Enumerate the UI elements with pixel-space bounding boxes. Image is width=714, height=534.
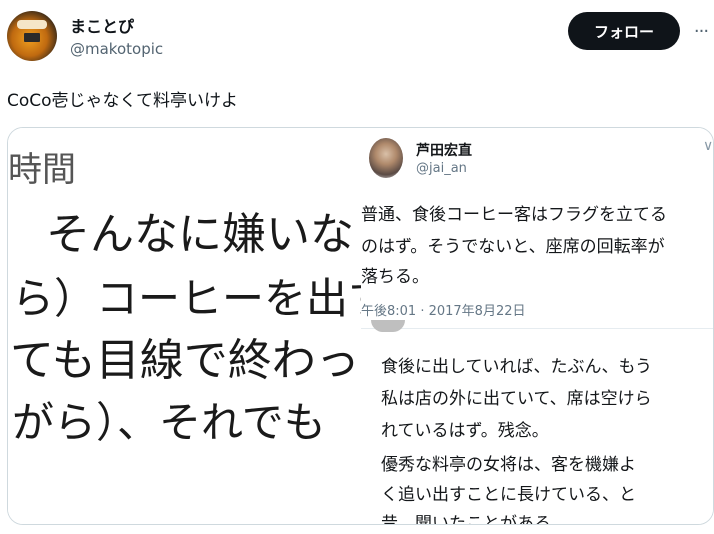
- image-text-line: ても目線で終わった: [10, 335, 368, 386]
- reply-text-line: 食後に出していれば、たぶん、もう: [381, 357, 652, 377]
- reply-text-line: 優秀な料亭の女将は、客を機嫌よ: [381, 455, 636, 475]
- image-text-line: そんなに嫌いな: [46, 209, 354, 260]
- quoted-text-line: のはず。そうでないと、座席の回転率が: [361, 237, 665, 257]
- media-image-left[interactable]: 時間 そんなに嫌いな ら）コーヒーを出す ても目線で終わった がら）、それでも: [8, 128, 368, 524]
- image-text-line: がら）、それでも: [12, 398, 326, 447]
- beer-foam-graphic: [17, 20, 47, 29]
- beer-glass-label-graphic: [24, 33, 40, 42]
- quoted-timestamp: 午後8:01 · 2017年8月22日: [361, 304, 526, 319]
- tweet-text: CoCo壱じゃなくて料亭いけよ: [7, 91, 239, 111]
- follow-button[interactable]: フォロー: [568, 12, 680, 50]
- quoted-user-name: 芦田宏直: [416, 143, 472, 159]
- reply-text-line: れているはず。残念。: [381, 421, 549, 441]
- tweet-media-grid[interactable]: 時間 そんなに嫌いな ら）コーヒーを出す ても目線で終わった がら）、それでも …: [7, 127, 714, 525]
- quoted-user-avatar: [369, 138, 403, 178]
- chevron-down-icon: ∨: [703, 138, 714, 154]
- reply-text-line: 昔、聞いたことがある。: [381, 514, 568, 525]
- author-display-name[interactable]: まことぴ: [70, 13, 134, 37]
- more-options-icon[interactable]: ···: [690, 18, 712, 44]
- quoted-text-line: 落ちる。: [361, 267, 429, 287]
- media-image-right[interactable]: 芦田宏直 @jai_an ∨ 普通、食後コーヒー客はフラグを立てる のはず。そう…: [361, 128, 714, 525]
- author-handle[interactable]: @makotopic: [70, 40, 163, 58]
- quoted-user-handle: @jai_an: [416, 161, 467, 176]
- author-avatar[interactable]: [7, 11, 57, 61]
- reply-text-line: 私は店の外に出ていて、席は空けら: [381, 389, 652, 409]
- reply-avatar: [371, 320, 405, 332]
- divider: [361, 328, 713, 329]
- reply-text-line: く追い出すことに長けている、と: [381, 485, 636, 505]
- image-text-line: ら）コーヒーを出す: [12, 274, 368, 323]
- image-text-line: 時間: [8, 150, 76, 190]
- quoted-text-line: 普通、食後コーヒー客はフラグを立てる: [361, 205, 667, 225]
